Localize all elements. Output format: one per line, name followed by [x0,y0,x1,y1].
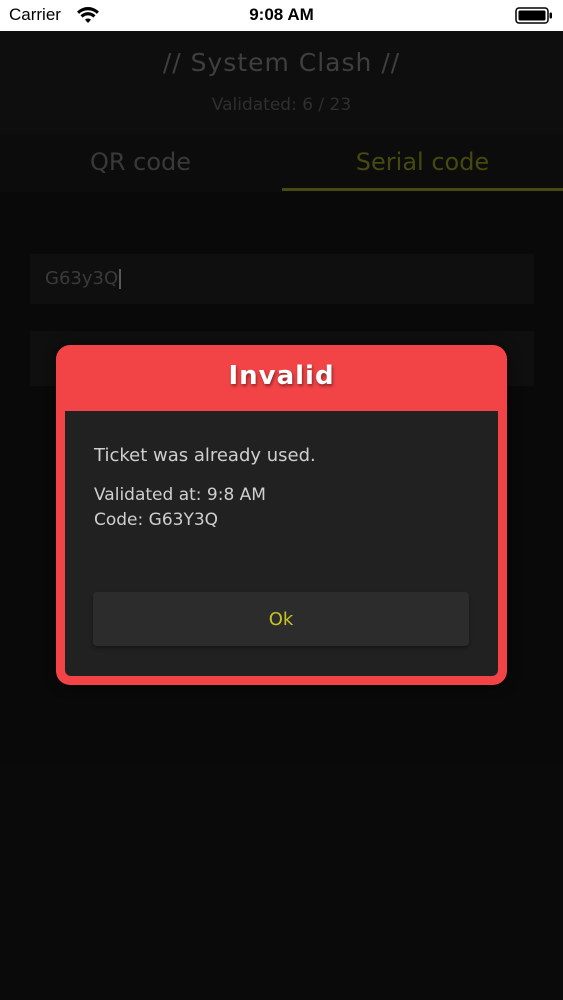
ok-button[interactable]: Ok [93,592,469,646]
validated-at-text: Validated at: 9:8 AM [94,485,266,505]
ticket-code-text: Code: G63Y3Q [94,510,219,530]
status-bar: Carrier 9:08 AM [0,0,563,31]
dialog-title: Invalid [228,361,335,391]
invalid-dialog: Invalid Ticket was already used. Validat… [56,345,507,685]
dialog-message: Ticket was already used. [94,445,316,466]
clock-label: 9:08 AM [249,5,314,24]
battery-icon [515,7,552,24]
dialog-body: Ticket was already used. Validated at: 9… [65,411,498,676]
screen: Carrier 9:08 AM // System Clash // Valid… [0,0,563,1000]
